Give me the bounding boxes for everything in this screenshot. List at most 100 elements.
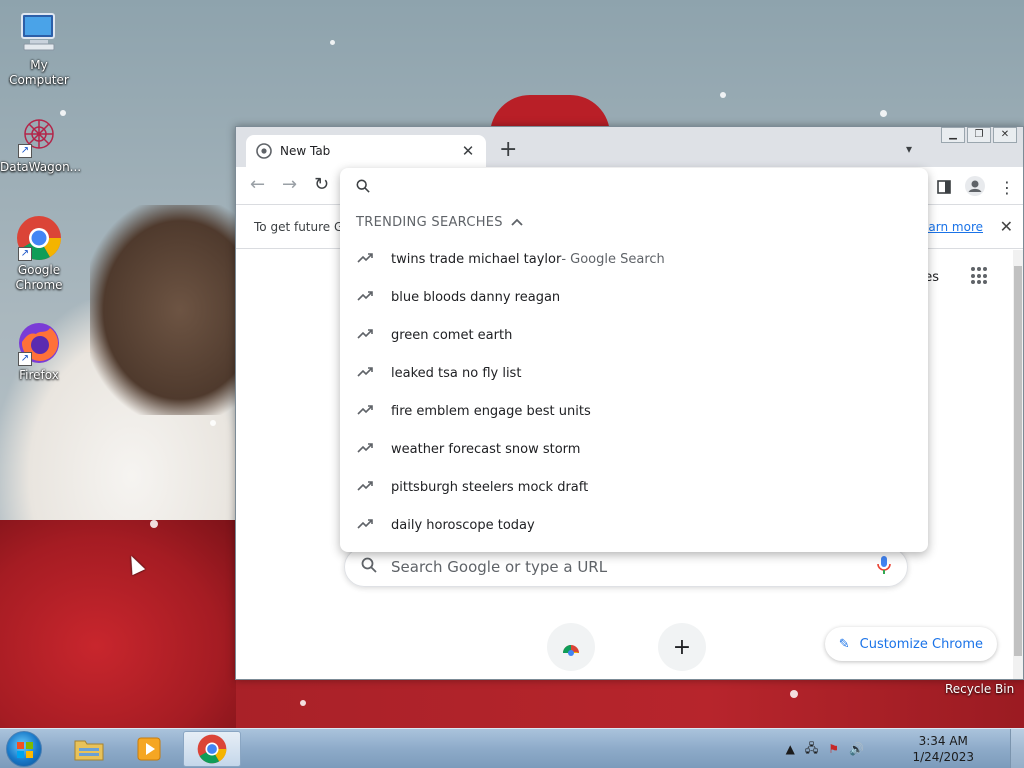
volume-icon[interactable]: 🔊	[849, 742, 864, 756]
action-center-flag-icon[interactable]: ⚑	[828, 742, 839, 756]
suggestion-item[interactable]: pittsburgh steelers mock draft	[340, 468, 928, 506]
side-panel-icon[interactable]	[937, 179, 951, 198]
minimize-button[interactable]: ▁	[941, 127, 965, 143]
suggestion-item[interactable]: fire emblem engage best units	[340, 392, 928, 430]
add-shortcut-button[interactable]: +	[658, 623, 706, 671]
trending-arrow-icon	[357, 480, 375, 495]
trending-arrow-icon	[357, 404, 375, 419]
clock-time: 3:34 AM	[918, 734, 968, 748]
taskbar-explorer[interactable]	[60, 731, 118, 767]
suggestion-text: weather forecast snow storm	[391, 441, 581, 457]
firefox-icon: ↗	[16, 320, 62, 366]
chrome-icon	[197, 734, 227, 764]
new-tab-button[interactable]: +	[499, 139, 517, 161]
suggestion-text: green comet earth	[391, 327, 513, 343]
search-icon	[356, 179, 370, 193]
suggestion-item[interactable]: leaked tsa no fly list	[340, 354, 928, 392]
trending-arrow-icon	[357, 252, 375, 267]
desktop-icon-datawagon[interactable]: ↗ DataWagon...	[0, 112, 81, 175]
desktop-icon-label: Google Chrome	[15, 263, 63, 292]
tab-title: New Tab	[280, 144, 331, 158]
omnibox-input[interactable]	[340, 168, 928, 204]
datawagon-icon: ↗	[16, 112, 62, 158]
snowflake	[300, 700, 306, 706]
forward-button[interactable]: →	[282, 175, 297, 195]
snowflake	[210, 420, 216, 426]
desktop-icon-google-chrome[interactable]: ↗ Google Chrome	[0, 215, 78, 293]
show-hidden-icons-icon[interactable]: ▲	[786, 742, 795, 756]
info-bar-close-icon[interactable]: ✕	[1000, 217, 1013, 236]
chrome-icon: ↗	[16, 215, 62, 261]
trending-arrow-icon	[357, 442, 375, 457]
google-apps-icon[interactable]	[971, 267, 989, 285]
suggestion-text: twins trade michael taylor	[391, 251, 562, 267]
suggestion-text: fire emblem engage best units	[391, 403, 591, 419]
media-player-icon	[137, 737, 161, 761]
suggestion-item[interactable]: blue bloods danny reagan	[340, 278, 928, 316]
shortcut-tile-chrome-web-store[interactable]	[547, 623, 595, 671]
snowflake	[720, 92, 726, 98]
tab-close-icon[interactable]: ✕	[460, 142, 476, 160]
wallpaper-glove	[90, 205, 240, 415]
pencil-icon: ✎	[838, 636, 850, 652]
taskbar-chrome[interactable]	[183, 731, 241, 767]
wallpaper-bottom	[236, 680, 1024, 730]
suggestion-text: daily horoscope today	[391, 517, 535, 533]
suggestion-text: blue bloods danny reagan	[391, 289, 561, 305]
start-button[interactable]	[6, 731, 42, 767]
desktop-icon-label: Firefox	[19, 368, 59, 382]
restore-button[interactable]: ❐	[967, 127, 991, 143]
profile-avatar-icon[interactable]	[965, 176, 985, 200]
taskbar-clock[interactable]: 3:34 AM 1/24/2023	[912, 733, 974, 765]
taskbar-media-player[interactable]	[120, 731, 178, 767]
desktop-icon-my-computer[interactable]: My Computer	[0, 10, 78, 88]
show-desktop-button[interactable]	[1010, 729, 1024, 768]
tab-search-chevron-icon[interactable]: ▾	[906, 142, 912, 156]
suggestion-suffix: - Google Search	[561, 251, 665, 267]
customize-chrome-button[interactable]: ✎ Customize Chrome	[824, 627, 997, 661]
window-controls: ▁ ❐ ✕	[941, 127, 1017, 143]
learn-more-link[interactable]: earn more	[921, 220, 983, 234]
web-store-icon	[563, 645, 579, 656]
reload-button[interactable]: ↻	[314, 175, 329, 195]
clock-date: 1/24/2023	[912, 750, 974, 764]
tab-new-tab[interactable]: New Tab ✕	[246, 135, 486, 167]
menu-kebab-icon[interactable]: ⋮	[999, 180, 1015, 196]
snowflake	[880, 110, 887, 117]
ntp-search-box[interactable]: Search Google or type a URL	[344, 547, 908, 587]
trending-arrow-icon	[357, 366, 375, 381]
trending-arrow-icon	[357, 328, 375, 343]
chrome-favicon-icon	[256, 143, 272, 159]
search-placeholder: Search Google or type a URL	[391, 558, 608, 576]
toolbar-actions: ⋮	[937, 176, 1015, 200]
back-button[interactable]: ←	[250, 175, 265, 195]
snowflake	[330, 40, 335, 45]
snowflake	[790, 690, 798, 698]
shortcut-arrow-icon: ↗	[18, 247, 32, 261]
info-bar-text: To get future G	[254, 219, 344, 234]
windows-logo-icon	[17, 742, 33, 758]
snowflake	[150, 520, 158, 528]
taskbar: ▲ 🖧 ⚑ 🔊 3:34 AM 1/24/2023	[0, 728, 1024, 768]
suggestion-text: pittsburgh steelers mock draft	[391, 479, 589, 495]
trending-arrow-icon	[357, 290, 375, 305]
network-icon[interactable]: 🖧	[805, 739, 818, 760]
shortcut-arrow-icon: ↗	[18, 144, 32, 158]
suggestion-list: twins trade michael taylor - Google Sear…	[340, 240, 928, 544]
suggestion-item[interactable]: twins trade michael taylor - Google Sear…	[340, 240, 928, 278]
microphone-icon[interactable]	[877, 556, 891, 578]
close-window-button[interactable]: ✕	[993, 127, 1017, 143]
desktop-icon-recycle-bin[interactable]: Recycle Bin	[945, 682, 1014, 696]
trending-searches-header[interactable]: TRENDING SEARCHES	[340, 204, 928, 240]
suggestion-item[interactable]: daily horoscope today	[340, 506, 928, 544]
desktop-icon-label: My Computer	[9, 58, 69, 87]
chevron-up-icon[interactable]	[511, 215, 523, 230]
suggestion-item[interactable]: green comet earth	[340, 316, 928, 354]
desktop-icon-firefox[interactable]: ↗ Firefox	[0, 320, 78, 383]
page-scrollbar[interactable]	[1013, 250, 1023, 679]
computer-icon	[16, 10, 62, 56]
omnibox-dropdown: TRENDING SEARCHES twins trade michael ta…	[340, 168, 928, 552]
suggestion-item[interactable]: weather forecast snow storm	[340, 430, 928, 468]
search-icon	[361, 557, 377, 577]
customize-chrome-label: Customize Chrome	[859, 636, 983, 652]
